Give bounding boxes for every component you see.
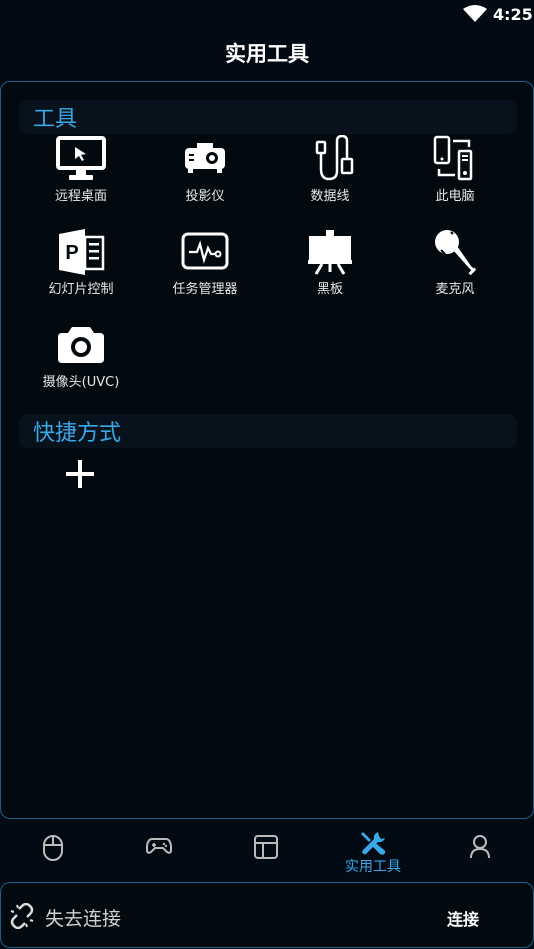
nav-tab-gamepad[interactable] bbox=[106, 820, 212, 880]
wifi-icon bbox=[463, 5, 487, 22]
tool-this-pc[interactable]: 此电脑 bbox=[399, 135, 511, 204]
tools-panel: 工具 远程桌面 投影仪 数据线 此电脑 P 幻灯片控制 任务管理器 黑板 麦克风… bbox=[0, 81, 534, 819]
tool-blackboard[interactable]: 黑板 bbox=[274, 228, 386, 297]
nav-tab-profile[interactable] bbox=[427, 820, 533, 880]
tool-label: 投影仪 bbox=[185, 189, 225, 204]
tool-slide-control[interactable]: P 幻灯片控制 bbox=[25, 228, 137, 297]
tool-label: 麦克风 bbox=[435, 282, 475, 297]
broken-link-icon bbox=[10, 903, 34, 929]
wrench-icon bbox=[361, 832, 386, 855]
microphone-icon bbox=[435, 230, 477, 276]
connect-button[interactable]: 连接 bbox=[447, 906, 479, 930]
monitor-icon bbox=[56, 136, 106, 180]
tool-label: 幻灯片控制 bbox=[48, 282, 114, 297]
projector-icon bbox=[185, 143, 225, 173]
mouse-icon bbox=[43, 835, 63, 861]
tools-section-header: 工具 bbox=[19, 100, 517, 134]
add-shortcut-button[interactable] bbox=[64, 458, 96, 490]
connection-bar: 失去连接 连接 bbox=[0, 882, 534, 948]
layout-icon bbox=[254, 835, 278, 859]
user-icon bbox=[470, 835, 490, 859]
connection-status: 失去连接 bbox=[45, 908, 122, 930]
camera-icon bbox=[58, 327, 104, 363]
pulse-monitor-icon bbox=[181, 232, 229, 270]
tool-camera-uvc[interactable]: 摄像头(UVC) bbox=[25, 321, 137, 390]
nav-tab-tools[interactable]: 实用工具 bbox=[320, 820, 426, 880]
status-bar: 4:25 bbox=[0, 0, 534, 28]
tool-task-manager[interactable]: 任务管理器 bbox=[149, 228, 261, 297]
status-time: 4:25 bbox=[493, 5, 533, 24]
tool-label: 此电脑 bbox=[435, 189, 475, 204]
usb-cable-icon bbox=[315, 135, 354, 181]
shortcuts-section-header: 快捷方式 bbox=[19, 414, 517, 448]
bottom-navigation: 实用工具 bbox=[0, 820, 534, 880]
tool-label: 远程桌面 bbox=[54, 189, 107, 204]
tool-label: 黑板 bbox=[316, 282, 343, 297]
tool-usb-cable[interactable]: 数据线 bbox=[274, 135, 386, 204]
devices-icon bbox=[433, 135, 473, 181]
tool-label: 任务管理器 bbox=[172, 282, 238, 297]
nav-tab-mouse[interactable] bbox=[0, 820, 106, 880]
powerpoint-icon: P bbox=[59, 229, 105, 275]
tool-label: 摄像头(UVC) bbox=[42, 375, 120, 390]
gamepad-icon bbox=[146, 838, 172, 854]
tool-remote-desktop[interactable]: 远程桌面 bbox=[25, 135, 137, 204]
tools-section-title: 工具 bbox=[33, 107, 78, 132]
page-title: 实用工具 bbox=[225, 42, 309, 66]
shortcuts-section-title: 快捷方式 bbox=[33, 421, 122, 446]
svg-text:P: P bbox=[65, 242, 78, 264]
nav-tab-layout[interactable] bbox=[213, 820, 319, 880]
tool-label: 数据线 bbox=[310, 189, 350, 204]
tool-microphone[interactable]: 麦克风 bbox=[399, 228, 511, 297]
tool-projector[interactable]: 投影仪 bbox=[149, 135, 261, 204]
nav-label: 实用工具 bbox=[345, 859, 401, 875]
easel-board-icon bbox=[308, 230, 352, 275]
